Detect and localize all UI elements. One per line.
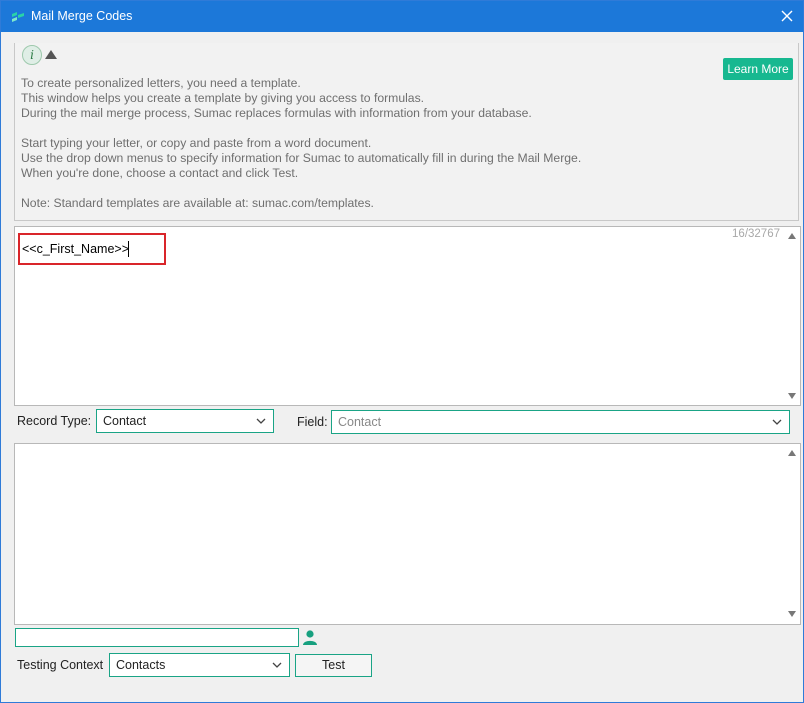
info-line: During the mail merge process, Sumac rep… (21, 106, 532, 120)
chevron-down-icon (772, 419, 782, 425)
scroll-down-icon[interactable] (788, 393, 796, 399)
testing-context-select[interactable]: Contacts (109, 653, 290, 677)
chevron-down-icon (256, 418, 266, 424)
preview-scrollbar[interactable] (785, 445, 799, 623)
info-line: Note: Standard templates are available a… (21, 196, 374, 210)
testing-context-value: Contacts (116, 658, 166, 672)
info-panel: i Learn More To create personalized lett… (14, 43, 799, 221)
info-icon: i (22, 45, 42, 65)
field-select[interactable]: Contact (331, 410, 790, 434)
info-line: To create personalized letters, you need… (21, 76, 301, 90)
record-type-select[interactable]: Contact (96, 409, 274, 433)
info-line: Start typing your letter, or copy and pa… (21, 136, 372, 150)
scroll-up-icon[interactable] (788, 450, 796, 456)
title-bar: Mail Merge Codes (1, 1, 803, 32)
close-icon (781, 10, 793, 22)
scroll-up-icon[interactable] (788, 233, 796, 239)
info-line (21, 121, 721, 136)
text-caret (128, 241, 129, 257)
contact-search-input[interactable] (15, 628, 299, 647)
record-type-value: Contact (103, 414, 147, 428)
scroll-down-icon[interactable] (788, 611, 796, 617)
info-text: To create personalized letters, you need… (21, 76, 721, 211)
editor-content[interactable]: <<c_First_Name>> (22, 242, 129, 256)
field-value: Contact (338, 415, 382, 429)
template-editor[interactable]: 16/32767 <<c_First_Name>> (14, 226, 801, 406)
chevron-down-icon (272, 662, 282, 668)
window-title: Mail Merge Codes (31, 9, 133, 23)
info-line: This window helps you create a template … (21, 91, 425, 105)
info-line: When you're done, choose a contact and c… (21, 166, 299, 180)
field-label: Field: (297, 415, 328, 429)
learn-more-button[interactable]: Learn More (723, 58, 793, 80)
collapse-triangle-icon[interactable] (45, 50, 57, 59)
contact-person-icon[interactable] (302, 629, 318, 645)
info-line (21, 181, 721, 196)
testing-context-label: Testing Context (17, 658, 104, 672)
merge-code-highlight: <<c_First_Name>> (18, 233, 166, 265)
editor-scrollbar[interactable] (785, 228, 799, 404)
info-line: Use the drop down menus to specify infor… (21, 151, 582, 165)
record-type-label: Record Type: (17, 414, 92, 428)
sumac-logo-icon (12, 12, 24, 22)
mail-merge-window: Mail Merge Codes i Learn More To create … (0, 0, 804, 703)
test-button[interactable]: Test (295, 654, 372, 677)
close-button[interactable] (769, 1, 803, 32)
preview-box[interactable] (14, 443, 801, 625)
character-count: 16/32767 (732, 228, 780, 240)
